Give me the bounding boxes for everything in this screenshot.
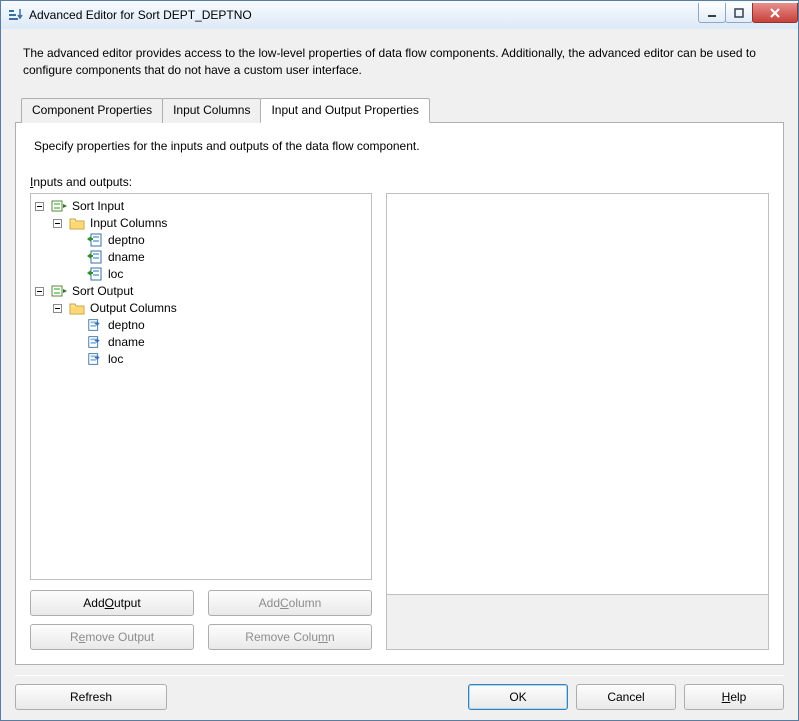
titlebar[interactable]: Advanced Editor for Sort DEPT_DEPTNO [1, 1, 798, 29]
minimize-icon [707, 8, 717, 18]
tree-node-output-dname[interactable]: dname [69, 334, 369, 351]
panel-description: Specify properties for the inputs and ou… [34, 139, 765, 153]
tree-label: Input Columns [88, 216, 169, 230]
collapse-icon[interactable] [53, 304, 62, 313]
window-title: Advanced Editor for Sort DEPT_DEPTNO [29, 8, 699, 22]
tree-node-input-columns[interactable]: Input Columns [51, 215, 369, 232]
tree-box[interactable]: Sort Input Input Columns [30, 193, 372, 580]
tree-label: Sort Output [70, 284, 135, 298]
cancel-button[interactable]: Cancel [576, 684, 676, 710]
property-grid[interactable] [386, 193, 769, 595]
property-description-box [386, 595, 769, 650]
remove-column-button: Remove Column [208, 624, 372, 650]
dialog-body: The advanced editor provides access to t… [1, 29, 798, 720]
tree-node-sort-input[interactable]: Sort Input [33, 198, 369, 215]
close-button[interactable] [752, 3, 798, 23]
tab-input-output-properties[interactable]: Input and Output Properties [260, 98, 429, 123]
maximize-button[interactable] [725, 3, 753, 23]
tree-node-sort-output[interactable]: Sort Output [33, 283, 369, 300]
tab-component-properties[interactable]: Component Properties [21, 98, 163, 123]
io-icon [51, 283, 67, 299]
dialog-window: Advanced Editor for Sort DEPT_DEPTNO The… [0, 0, 799, 721]
maximize-icon [734, 8, 744, 18]
refresh-button[interactable]: Refresh [15, 684, 167, 710]
left-pane: Sort Input Input Columns [30, 193, 372, 650]
tree-label: loc [106, 267, 125, 281]
tree-node-input-dname[interactable]: dname [69, 249, 369, 266]
window-controls [699, 3, 798, 23]
tab-input-columns[interactable]: Input Columns [162, 98, 261, 123]
io-tree: Sort Input Input Columns [33, 198, 369, 368]
input-column-icon [87, 232, 103, 248]
tree-label: deptno [106, 233, 147, 247]
tree-label: loc [106, 352, 125, 366]
ok-button[interactable]: OK [468, 684, 568, 710]
tabstrip: Component Properties Input Columns Input… [15, 97, 784, 122]
add-output-button[interactable]: Add Output [30, 590, 194, 616]
dialog-description: The advanced editor provides access to t… [23, 45, 776, 79]
close-icon [769, 8, 781, 18]
tree-node-input-deptno[interactable]: deptno [69, 232, 369, 249]
output-column-icon [87, 351, 103, 367]
help-button[interactable]: Help [684, 684, 784, 710]
tree-node-output-loc[interactable]: loc [69, 351, 369, 368]
input-column-icon [87, 266, 103, 282]
tab-panel: Specify properties for the inputs and ou… [15, 122, 784, 665]
minimize-button[interactable] [698, 3, 726, 23]
footer-right-buttons: OK Cancel Help [468, 684, 784, 710]
tree-label: dname [106, 250, 147, 264]
add-column-button: Add Column [208, 590, 372, 616]
input-column-icon [87, 249, 103, 265]
dialog-footer: Refresh OK Cancel Help [15, 684, 784, 710]
divider [15, 675, 784, 676]
output-column-icon [87, 334, 103, 350]
output-column-icon [87, 317, 103, 333]
tree-label: Output Columns [88, 301, 179, 315]
right-pane [386, 193, 769, 650]
tree-buttons: Add Output Add Column Remove Output Remo… [30, 590, 372, 650]
folder-icon [69, 215, 85, 231]
tree-label: Sort Input [70, 199, 126, 213]
inputs-outputs-label: Inputs and outputs: [30, 175, 769, 189]
collapse-icon[interactable] [35, 202, 44, 211]
io-icon [51, 198, 67, 214]
folder-icon [69, 300, 85, 316]
tree-label: dname [106, 335, 147, 349]
panes: Sort Input Input Columns [30, 193, 769, 650]
app-icon [7, 7, 23, 23]
collapse-icon[interactable] [35, 287, 44, 296]
remove-output-button: Remove Output [30, 624, 194, 650]
tree-node-output-deptno[interactable]: deptno [69, 317, 369, 334]
collapse-icon[interactable] [53, 219, 62, 228]
tree-label: deptno [106, 318, 147, 332]
tree-node-input-loc[interactable]: loc [69, 266, 369, 283]
tree-node-output-columns[interactable]: Output Columns [51, 300, 369, 317]
